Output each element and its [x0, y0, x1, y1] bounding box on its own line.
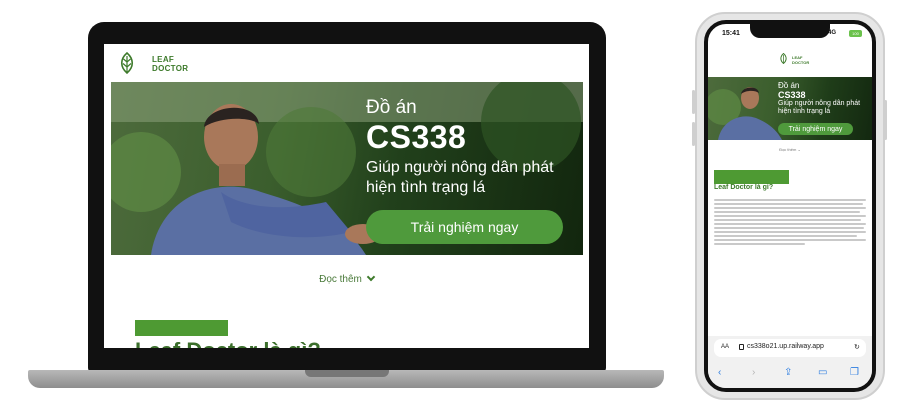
volume-up-button — [692, 90, 695, 114]
phone-notch — [750, 24, 830, 38]
read-more-label: Đọc thêm — [779, 147, 797, 152]
hero-description: Giúp người nông dân phát hiện tình trạng… — [366, 159, 554, 196]
text-line — [714, 211, 860, 213]
text-line — [714, 235, 857, 237]
text-line — [714, 199, 866, 201]
text-line — [714, 203, 863, 205]
reload-icon[interactable]: ↻ — [854, 343, 860, 351]
section-accent-bar — [714, 170, 789, 184]
hero-description: Giúp người nông dân phát hiện tình trạng… — [778, 100, 861, 115]
text-size-button[interactable]: AA — [721, 344, 729, 350]
browser-address-bar: AA cs338o21.up.railway.app ↻ — [708, 336, 872, 360]
text-line — [714, 243, 806, 245]
laptop-notch — [305, 370, 389, 377]
url-text: cs338o21.up.railway.app — [747, 343, 824, 350]
text-line — [714, 231, 866, 233]
laptop-screen: LEAF DOCTOR Đồ án CS338 Giúp người nông … — [104, 44, 589, 348]
site-header: LEAF DOCTOR — [104, 44, 589, 82]
section-title: Leaf Doctor là gì? — [714, 184, 774, 191]
text-line — [714, 239, 866, 241]
read-more-link[interactable]: Đọc thêm — [104, 272, 589, 285]
share-icon[interactable]: ⇪ — [784, 367, 792, 378]
hero-title: CS338 — [366, 119, 467, 155]
status-bar: 15:41 4G 100 — [708, 24, 872, 46]
tabs-icon[interactable]: ❐ — [850, 367, 859, 378]
section-body-text — [714, 199, 866, 247]
hero-subtitle: Đồ án — [366, 97, 417, 118]
try-now-button[interactable]: Trải nghiệm ngay — [778, 123, 853, 135]
url-field[interactable]: AA cs338o21.up.railway.app ↻ — [714, 339, 866, 357]
back-arrow-icon[interactable]: ‹ — [718, 367, 721, 378]
try-now-button[interactable]: Trải nghiệm ngay — [366, 210, 563, 244]
volume-down-button — [692, 122, 695, 146]
text-line — [714, 215, 866, 217]
chevron-down-icon: ⌄ — [797, 147, 801, 152]
text-line — [714, 207, 866, 209]
brand-line-2: DOCTOR — [792, 60, 810, 65]
hero-text: Đồ án CS338 Giúp người nông dân phát hiệ… — [778, 81, 863, 116]
text-line — [714, 227, 865, 229]
phone-screen: 15:41 4G 100 LEAF DOCTOR Đồ án CS338 Giú… — [704, 20, 876, 392]
power-button — [884, 100, 887, 140]
brand-name[interactable]: LEAF DOCTOR — [152, 55, 188, 73]
brand-name[interactable]: LEAF DOCTOR — [792, 55, 809, 65]
read-more-link[interactable]: Đọc thêm ⌄ — [708, 147, 872, 152]
text-line — [714, 223, 866, 225]
lock-icon — [739, 344, 744, 350]
leaf-icon[interactable] — [118, 52, 136, 74]
leaf-icon[interactable] — [779, 53, 788, 64]
brand-line-2: DOCTOR — [152, 64, 189, 73]
status-time: 15:41 — [722, 30, 740, 37]
brand-line-1: LEAF — [152, 55, 175, 64]
read-more-label: Đọc thêm — [319, 274, 362, 285]
network-indicator: 4G — [828, 30, 837, 36]
forward-arrow-icon[interactable]: › — [752, 367, 755, 378]
chevron-down-icon — [366, 272, 376, 282]
hero-banner: Đồ án CS338 Giúp người nông dân phát hiệ… — [111, 82, 583, 255]
hero-banner: Đồ án CS338 Giúp người nông dân phát hiệ… — [708, 77, 872, 140]
book-icon[interactable]: ▭ — [818, 367, 827, 378]
browser-toolbar: ‹ › ⇪ ▭ ❐ — [708, 360, 872, 388]
battery-indicator: 100 — [849, 30, 862, 37]
section-title: Leaf Doctor là gì? — [135, 338, 321, 348]
text-line — [714, 219, 862, 221]
section-accent-bar — [135, 320, 228, 336]
hero-text: Đồ án CS338 Giúp người nông dân phát hiệ… — [366, 97, 581, 198]
hero-subtitle: Đồ án — [778, 81, 800, 90]
hero-title: CS338 — [778, 90, 806, 100]
